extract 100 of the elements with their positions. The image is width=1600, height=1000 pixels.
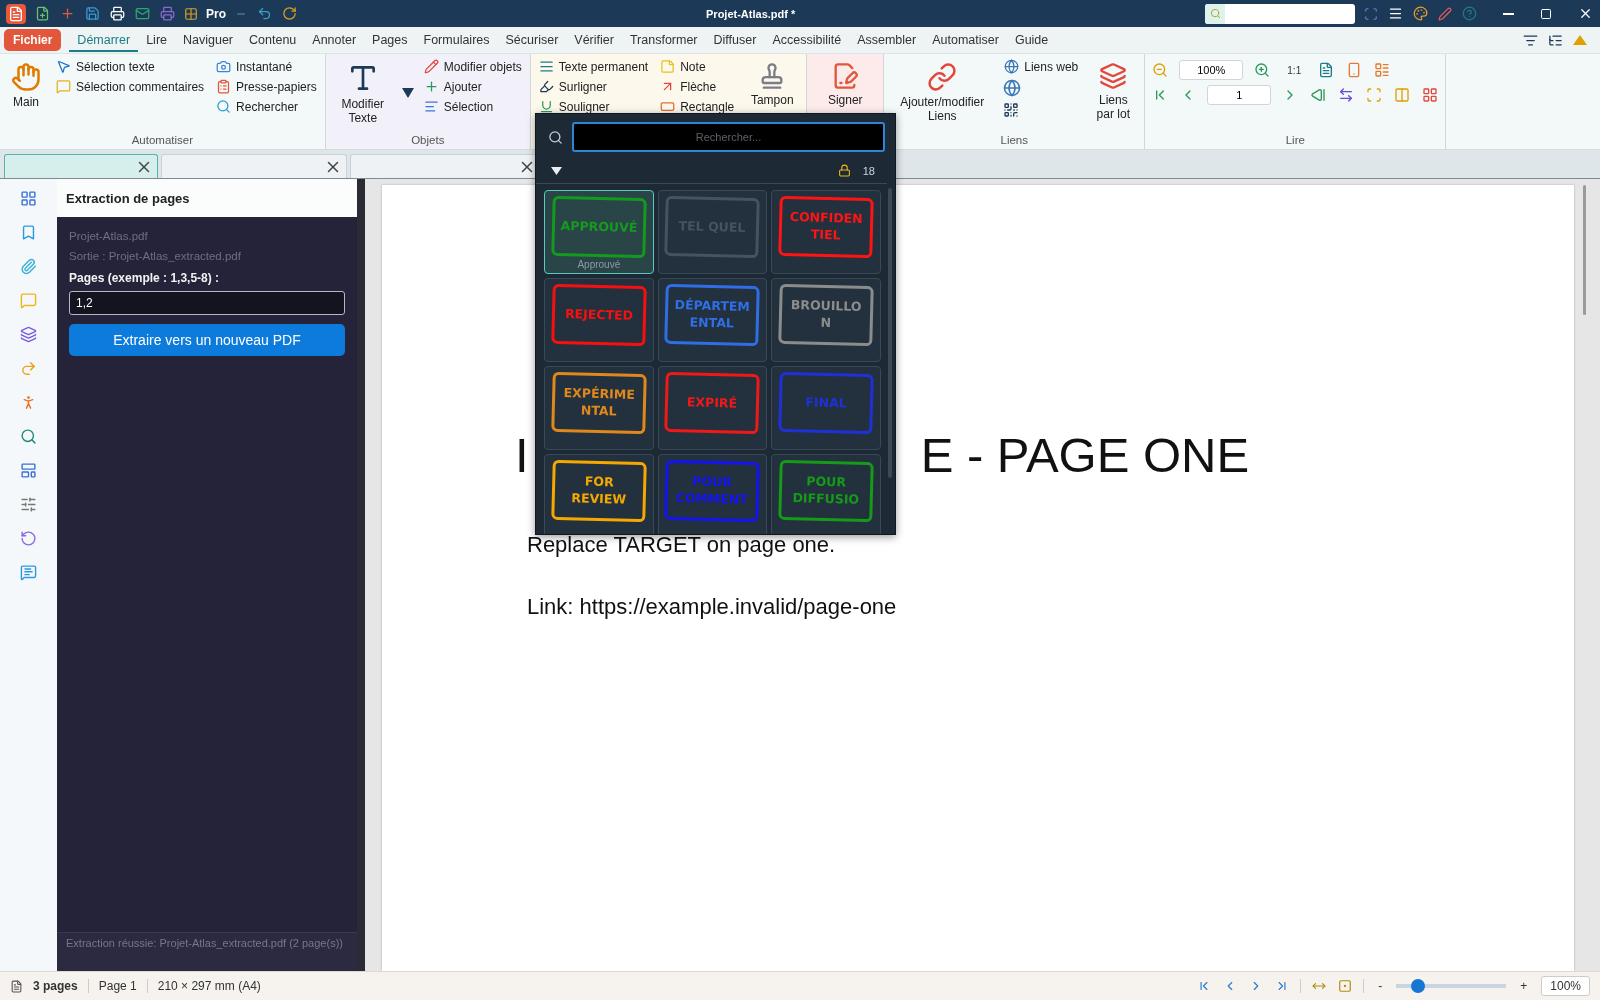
tree-list-icon: [1548, 32, 1563, 48]
search-button[interactable]: [19, 427, 38, 446]
ribbon-button[interactable]: Modifier Texte: [331, 58, 394, 130]
menu-tab[interactable]: Pages: [364, 28, 416, 52]
palette-button[interactable]: [1412, 5, 1429, 22]
number-field[interactable]: 100%: [1179, 60, 1244, 80]
grid-icon: [1422, 87, 1439, 103]
ribbon-button[interactable]: Flèche: [658, 78, 737, 95]
ribbon-button[interactable]: Instantané: [214, 58, 319, 75]
sliders-button[interactable]: [19, 495, 38, 514]
number-field[interactable]: 1: [1207, 85, 1272, 105]
ribbon-button[interactable]: Tampon: [744, 58, 801, 112]
stamp-tile[interactable]: EXPÉRIME NTAL: [544, 366, 654, 450]
save-button[interactable]: [84, 5, 101, 22]
layout-button[interactable]: [1373, 61, 1392, 79]
ribbon-button[interactable]: Liens web: [1002, 58, 1081, 75]
zoom-in-button[interactable]: +: [1516, 979, 1532, 993]
menu-tab[interactable]: Naviguer: [175, 28, 242, 52]
file-menu-button[interactable]: Fichier: [4, 29, 62, 51]
window-title: Projet-Atlas.pdf *: [706, 7, 796, 20]
step-back-icon: [1310, 87, 1327, 103]
fit-width-icon: [1338, 87, 1355, 103]
select-text-button[interactable]: Sélection texte: [54, 58, 207, 75]
extract-button[interactable]: Extraire vers un nouveau PDF: [69, 324, 345, 356]
scrollbar-thumb[interactable]: [888, 188, 892, 478]
chat-button[interactable]: [19, 563, 38, 582]
current-page: Page 1: [98, 979, 137, 993]
menu-tab[interactable]: Contenu: [241, 28, 305, 52]
stamp-tile[interactable]: APPROUVÉ Approuvé: [544, 190, 654, 274]
stack-icon: [1099, 62, 1128, 90]
stamp-tile[interactable]: POUR DIFFUSIO: [771, 454, 881, 534]
ribbon-button[interactable]: Sélection: [421, 98, 524, 115]
step-back-button[interactable]: [1309, 86, 1328, 104]
menu-tab[interactable]: Sécuriser: [497, 28, 567, 52]
ribbon-button[interactable]: Souligner: [536, 98, 651, 115]
ribbon-button[interactable]: Ajouter: [421, 78, 524, 95]
menu-tab[interactable]: Démarrer: [69, 28, 139, 52]
ribbon-button[interactable]: Main: [6, 58, 46, 114]
printer-button[interactable]: [159, 5, 176, 22]
bookmark-icon: [20, 224, 37, 241]
grid-icon: [184, 6, 198, 21]
ribbon-button[interactable]: Rectangle: [658, 98, 737, 115]
ribbon-button[interactable]: Sélection commentaires: [54, 78, 207, 95]
two-pages-button[interactable]: [1393, 86, 1412, 104]
menu-tab[interactable]: Lire: [138, 28, 175, 52]
print-button[interactable]: [109, 5, 126, 22]
ribbon-button[interactable]: Surligner: [536, 78, 651, 95]
stamp-label: FINAL: [778, 371, 874, 435]
menu-tab[interactable]: Annoter: [304, 28, 365, 52]
menu-tab[interactable]: Vérifier: [566, 28, 622, 52]
curve-button[interactable]: [19, 359, 38, 378]
menu-tab[interactable]: Automatiser: [924, 28, 1007, 52]
stamp-tile[interactable]: BROUILLO N: [771, 278, 881, 362]
actual-size-button[interactable]: 1:1: [1281, 64, 1308, 76]
plus-button[interactable]: [59, 5, 76, 22]
stamp-tile[interactable]: FOR REVIEW: [544, 454, 654, 534]
thumbnails-button[interactable]: [19, 189, 38, 208]
menu-tab[interactable]: Formulaires: [415, 28, 498, 52]
text-lines-icon: [538, 59, 554, 74]
menu-tab[interactable]: Transformer: [621, 28, 706, 52]
ribbon-button[interactable]: Note: [658, 58, 737, 75]
mail-button[interactable]: [134, 5, 151, 22]
ribbon-button[interactable]: Rechercher: [214, 98, 319, 115]
pencil-icon: [423, 59, 439, 74]
ribbon-button[interactable]: Texte permanent: [536, 58, 651, 75]
slider-thumb[interactable]: [1411, 979, 1426, 993]
new-file-button[interactable]: [34, 5, 51, 22]
pages-field[interactable]: 1,2: [69, 291, 345, 315]
menu-tab[interactable]: Diffuser: [705, 28, 765, 52]
scrollbar-thumb[interactable]: [1582, 185, 1586, 315]
link-icon: [927, 62, 958, 92]
maximize-button[interactable]: [1539, 6, 1553, 21]
ribbon-button[interactable]: Modifier objets: [421, 58, 524, 75]
collapse-button[interactable]: [1572, 34, 1588, 46]
ribbon-button[interactable]: Ajouter/modifier Liens: [890, 58, 995, 128]
layout-button[interactable]: [19, 461, 38, 480]
pen-button[interactable]: [1437, 5, 1453, 22]
fit-page-button[interactable]: [1337, 978, 1354, 994]
layers-button[interactable]: [19, 325, 38, 344]
zoom-out-button[interactable]: -: [1374, 979, 1387, 993]
paperclip-button[interactable]: [19, 257, 38, 276]
menu-tab[interactable]: Accessibilité: [764, 28, 850, 52]
redo-button[interactable]: [281, 5, 298, 22]
search-icon: [548, 129, 563, 145]
expand-button[interactable]: [550, 165, 563, 176]
menu-button[interactable]: [1387, 5, 1404, 22]
search-field[interactable]: [1205, 3, 1355, 24]
qr-code-icon: [1003, 102, 1020, 118]
fullscreen-button[interactable]: [1363, 5, 1379, 22]
ribbon-button[interactable]: Liens par lot: [1088, 58, 1139, 126]
zoom-value: 100%: [1541, 976, 1590, 996]
menu-tab[interactable]: Assembler: [849, 28, 925, 52]
ribbon-button[interactable]: Presse-papiers: [214, 78, 319, 95]
undo-button[interactable]: [256, 5, 273, 22]
page-count: 3 pages: [33, 979, 78, 993]
history-button[interactable]: [19, 529, 38, 548]
grid-button[interactable]: [1421, 86, 1440, 104]
stamp-search-field[interactable]: Rechercher...: [572, 122, 885, 152]
help-button[interactable]: [1461, 5, 1478, 22]
menu-tab[interactable]: Guide: [1006, 28, 1057, 52]
